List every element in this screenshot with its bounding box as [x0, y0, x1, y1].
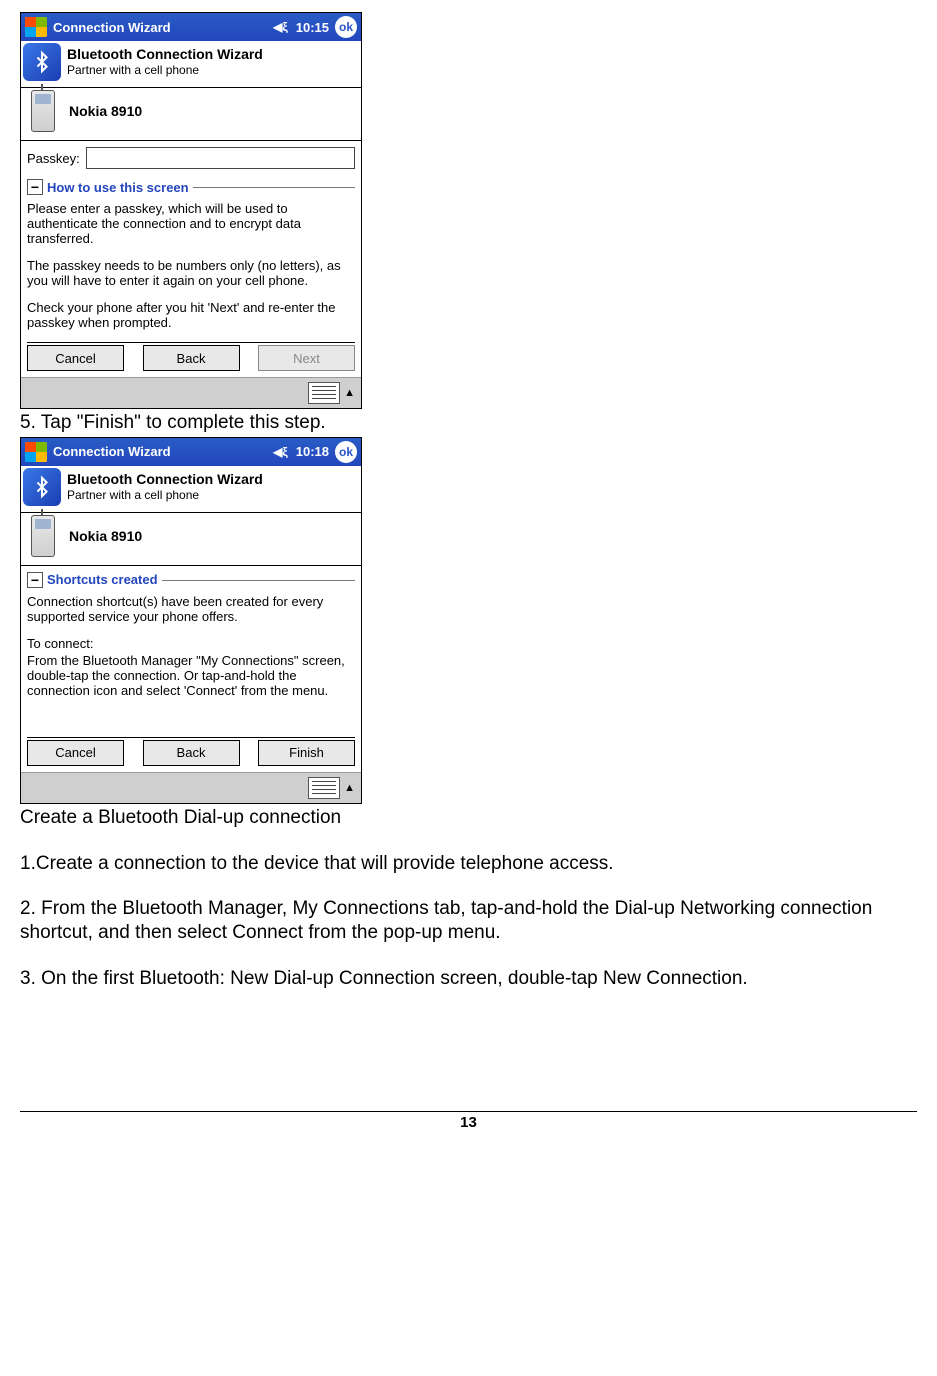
help-fieldset: − Shortcuts created Connection shortcut(…	[27, 572, 355, 731]
titlebar-title: Connection Wizard	[53, 20, 269, 35]
device-row: Nokia 8910	[21, 513, 361, 566]
phone-icon	[31, 90, 55, 132]
wizard-header: Bluetooth Connection Wizard Partner with…	[21, 466, 361, 513]
passkey-label: Passkey:	[27, 151, 80, 166]
sound-icon[interactable]: ◀ξ	[273, 445, 288, 459]
sip-arrow-icon[interactable]: ▲	[344, 387, 355, 399]
button-bar: Cancel Back Finish	[21, 738, 361, 768]
start-icon[interactable]	[25, 442, 47, 462]
ok-button[interactable]: ok	[335, 16, 357, 38]
bluetooth-icon	[23, 468, 61, 506]
start-icon[interactable]	[25, 17, 47, 37]
device-name: Nokia 8910	[69, 103, 142, 119]
titlebar-time: 10:15	[296, 20, 329, 35]
cancel-button[interactable]: Cancel	[27, 740, 124, 766]
help-p2b: From the Bluetooth Manager "My Connectio…	[27, 653, 355, 698]
keyboard-icon[interactable]	[308, 382, 340, 404]
screenshot-shortcuts: Connection Wizard ◀ξ 10:18 ok Bluetooth …	[20, 437, 362, 804]
collapse-toggle[interactable]: −	[27, 572, 43, 588]
back-button[interactable]: Back	[143, 740, 240, 766]
passkey-input[interactable]	[86, 147, 355, 169]
help-p2a: To connect:	[27, 636, 355, 651]
help-body: Connection shortcut(s) have been created…	[27, 588, 355, 731]
help-fieldset: − How to use this screen Please enter a …	[27, 179, 355, 336]
wizard-title: Bluetooth Connection Wizard	[67, 471, 263, 488]
sip-arrow-icon[interactable]: ▲	[344, 782, 355, 794]
help-body: Please enter a passkey, which will be us…	[27, 195, 355, 336]
help-p3: Check your phone after you hit 'Next' an…	[27, 300, 355, 330]
finish-button[interactable]: Finish	[258, 740, 355, 766]
help-p1: Connection shortcut(s) have been created…	[27, 594, 355, 624]
wizard-subtitle: Partner with a cell phone	[67, 63, 263, 77]
titlebar-time: 10:18	[296, 444, 329, 459]
keyboard-icon[interactable]	[308, 777, 340, 799]
help-p1: Please enter a passkey, which will be us…	[27, 201, 355, 246]
device-name: Nokia 8910	[69, 528, 142, 544]
help-legend: How to use this screen	[43, 180, 193, 195]
sip-bar: ▲	[21, 772, 361, 803]
titlebar: Connection Wizard ◀ξ 10:15 ok	[21, 13, 361, 41]
titlebar: Connection Wizard ◀ξ 10:18 ok	[21, 438, 361, 466]
screenshot-passkey: Connection Wizard ◀ξ 10:15 ok Bluetooth …	[20, 12, 362, 409]
collapse-toggle[interactable]: −	[27, 179, 43, 195]
phone-icon	[31, 515, 55, 557]
bluetooth-icon	[23, 43, 61, 81]
help-p2: The passkey needs to be numbers only (no…	[27, 258, 355, 288]
wizard-subtitle: Partner with a cell phone	[67, 488, 263, 502]
titlebar-title: Connection Wizard	[53, 444, 269, 459]
section-heading: Create a Bluetooth Dial-up connection	[20, 806, 917, 830]
back-button[interactable]: Back	[143, 345, 240, 371]
step-5-text: 5. Tap "Finish" to complete this step.	[20, 411, 917, 435]
help-legend: Shortcuts created	[43, 572, 162, 587]
sip-bar: ▲	[21, 377, 361, 408]
step-3-text: 3. On the first Bluetooth: New Dial-up C…	[20, 967, 917, 991]
passkey-row: Passkey:	[21, 141, 361, 179]
cancel-button[interactable]: Cancel	[27, 345, 124, 371]
device-row: Nokia 8910	[21, 88, 361, 141]
next-button: Next	[258, 345, 355, 371]
sound-icon[interactable]: ◀ξ	[273, 20, 288, 34]
wizard-title: Bluetooth Connection Wizard	[67, 46, 263, 63]
ok-button[interactable]: ok	[335, 441, 357, 463]
button-bar: Cancel Back Next	[21, 343, 361, 373]
step-2-text: 2. From the Bluetooth Manager, My Connec…	[20, 897, 917, 945]
step-1-text: 1.Create a connection to the device that…	[20, 852, 917, 876]
wizard-header: Bluetooth Connection Wizard Partner with…	[21, 41, 361, 88]
page-number: 13	[20, 1111, 917, 1131]
